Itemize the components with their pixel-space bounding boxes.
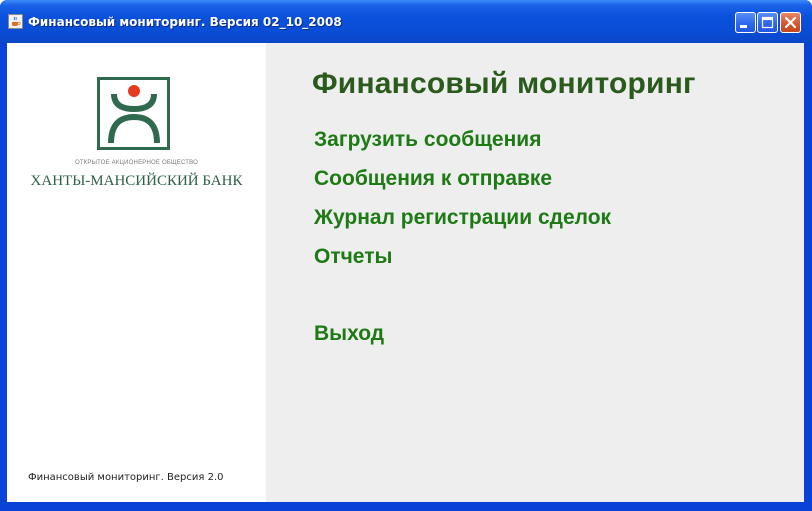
page-title: Финансовый мониторинг (312, 67, 696, 100)
version-label: Финансовый мониторинг. Версия 2.0 (28, 472, 224, 483)
minimize-button[interactable] (735, 12, 756, 33)
minimize-icon (740, 25, 747, 28)
window-bottom-border (0, 502, 812, 511)
close-icon (784, 16, 797, 29)
exit-link[interactable]: Выход (314, 322, 384, 346)
load-messages-link[interactable]: Загрузить сообщения (314, 128, 541, 152)
org-type-text: ОТКРЫТОЕ АКЦИОНЕРНОЕ ОБЩЕСТВО (74, 160, 199, 166)
transactions-journal-link[interactable]: Журнал регистрации сделок (314, 206, 611, 230)
reports-link[interactable]: Отчеты (314, 245, 392, 269)
close-button[interactable] (780, 12, 801, 33)
messages-to-send-link[interactable]: Сообщения к отправке (314, 167, 552, 191)
client-area: ОТКРЫТОЕ АКЦИОНЕРНОЕ ОБЩЕСТВО ХАНТЫ-МАНС… (7, 43, 804, 502)
application-window: Финансовый мониторинг. Версия 02_10_2008 (0, 0, 812, 511)
maximize-button[interactable] (757, 12, 778, 33)
bank-name: ХАНТЫ-МАНСИЙСКИЙ БАНК (30, 173, 243, 189)
title-bar[interactable]: Финансовый мониторинг. Версия 02_10_2008 (0, 0, 812, 43)
branding-panel: ОТКРЫТОЕ АКЦИОНЕРНОЕ ОБЩЕСТВО ХАНТЫ-МАНС… (7, 43, 266, 502)
maximize-icon (761, 16, 774, 29)
java-cup-icon[interactable] (8, 14, 23, 29)
window-title: Финансовый мониторинг. Версия 02_10_2008 (28, 15, 342, 29)
khanty-mansiysk-bank-logo (97, 77, 170, 150)
